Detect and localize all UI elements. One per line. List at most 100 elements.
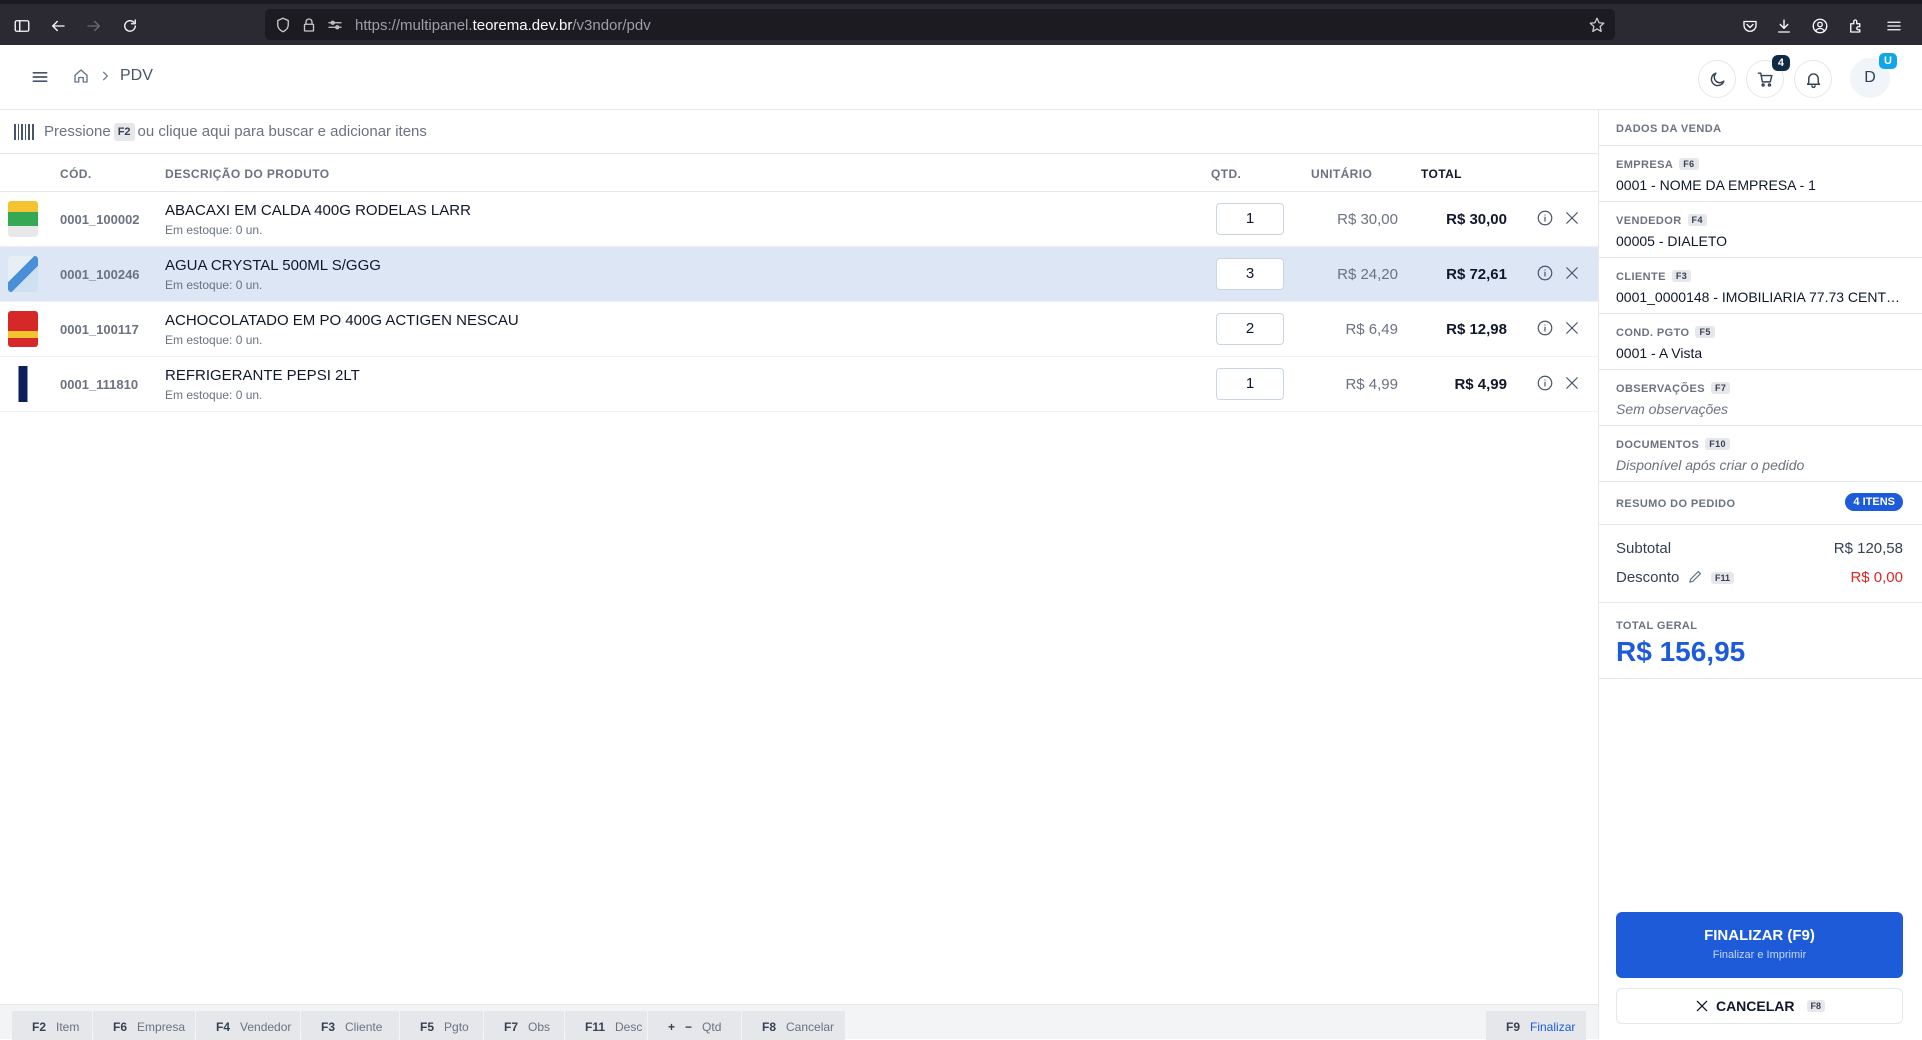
notifications-button[interactable] [1794, 60, 1832, 98]
table-row[interactable]: 0001_100117 ACHOCOLATADO EM PO 400G ACTI… [0, 302, 1598, 357]
shortcut-label: Cancelar [786, 1020, 835, 1034]
user-avatar[interactable]: DU [1850, 53, 1897, 98]
extensions-icon[interactable] [1842, 12, 1870, 40]
shortcut-item[interactable]: F11 Desc [565, 1011, 647, 1040]
table-row[interactable]: 0001_100002 ABACAXI EM CALDA 400G RODELA… [0, 192, 1598, 247]
finalize-button[interactable]: FINALIZAR (F9) Finalizar e Imprimir [1616, 912, 1903, 978]
field-value: 0001 - NOME DA EMPRESA - 1 [1616, 177, 1816, 193]
line-total: R$ 12,98 [1446, 321, 1507, 338]
shortcut-key: + − [668, 1020, 693, 1034]
shortcut-item[interactable]: F7 Obs [484, 1011, 564, 1040]
address-bar[interactable]: https://multipanel.teorema.dev.br/v3ndor… [265, 9, 1615, 40]
table-row[interactable]: 0001_100246 AGUA CRYSTAL 500ML S/GGG Em … [0, 247, 1598, 302]
quantity-input[interactable]: 1 [1216, 203, 1284, 235]
cancel-label: CANCELAR [1715, 998, 1795, 1014]
permissions-icon[interactable] [321, 11, 349, 39]
remove-item-icon[interactable] [1563, 209, 1581, 227]
field-seller[interactable]: VENDEDOR F4 00005 - DIALETO [1599, 202, 1922, 258]
line-total: R$ 4,99 [1454, 376, 1507, 393]
bookmark-star-icon[interactable] [1583, 11, 1611, 39]
shortcut-item[interactable]: F4 Vendedor [196, 1011, 300, 1040]
remove-item-icon[interactable] [1563, 264, 1581, 282]
info-icon[interactable] [1536, 209, 1554, 227]
forward-icon[interactable] [80, 12, 108, 40]
quantity-input[interactable]: 1 [1216, 368, 1284, 400]
shortcut-label: Vendedor [240, 1020, 292, 1034]
field-customer[interactable]: CLIENTE F3 0001_0000148 - IMOBILIARIA 77.… [1599, 258, 1922, 314]
browser-toolbar: https://multipanel.teorema.dev.br/v3ndor… [0, 0, 1922, 45]
url-text: https://multipanel.teorema.dev.br/v3ndor… [355, 17, 651, 34]
sidebar-toggle-icon[interactable] [8, 12, 36, 40]
cart-button[interactable]: 4 [1746, 55, 1790, 98]
field-label-text: EMPRESA [1616, 159, 1674, 171]
cancel-button[interactable]: CANCELAR F8 [1616, 988, 1903, 1024]
info-icon[interactable] [1536, 319, 1554, 337]
search-hint-suffix: ou clique aqui para buscar e adicionar i… [137, 123, 427, 140]
downloads-icon[interactable] [1770, 12, 1798, 40]
field-company[interactable]: EMPRESA F6 0001 - NOME DA EMPRESA - 1 [1599, 146, 1922, 202]
items-count-badge: 4 ITENS [1845, 493, 1903, 511]
field-documents[interactable]: DOCUMENTOS F10 Disponível após criar o pe… [1599, 426, 1922, 482]
account-icon[interactable] [1806, 12, 1834, 40]
line-total: R$ 72,61 [1446, 266, 1507, 283]
unit-price: R$ 30,00 [1337, 211, 1398, 228]
field-label: VENDEDOR F4 [1616, 214, 1707, 227]
shortcut-key: F9 [1506, 1020, 1521, 1034]
shortcut-item[interactable]: F5 Pgto [400, 1011, 483, 1040]
table-row[interactable]: 0001_111810 REFRIGERANTE PEPSI 2LT Em es… [0, 357, 1598, 412]
avatar-initial: D [1864, 69, 1876, 86]
grand-total-value: R$ 156,95 [1616, 636, 1746, 667]
product-code: 0001_100246 [60, 267, 140, 282]
shield-icon[interactable] [269, 11, 297, 39]
home-icon[interactable] [72, 67, 90, 85]
quantity-input[interactable]: 3 [1216, 258, 1284, 290]
field-value: Disponível após criar o pedido [1616, 457, 1805, 473]
product-description: REFRIGERANTE PEPSI 2LT [165, 367, 360, 384]
breadcrumb: PDV [72, 67, 153, 85]
shortcut-item[interactable]: F8 Cancelar [742, 1011, 845, 1040]
header-total: TOTAL [1421, 167, 1462, 181]
field-payment-terms[interactable]: COND. PGTO F5 0001 - A Vista [1599, 314, 1922, 370]
header-code: CÓD. [60, 167, 92, 181]
field-label-text: OBSERVAÇÕES [1616, 383, 1705, 395]
lock-icon[interactable] [295, 11, 323, 39]
reload-icon[interactable] [116, 12, 144, 40]
avatar-badge: U [1879, 53, 1897, 69]
shortcut-item[interactable]: F2 Item [12, 1011, 92, 1040]
product-description: ABACAXI EM CALDA 400G RODELAS LARR [165, 202, 471, 219]
shortcut-label: Finalizar [1530, 1020, 1576, 1034]
shortcut-item[interactable]: + − Qtd [648, 1011, 741, 1040]
back-icon[interactable] [44, 12, 72, 40]
menu-icon[interactable] [1880, 12, 1908, 40]
edit-discount-icon[interactable] [1687, 568, 1704, 585]
quantity-input[interactable]: 2 [1216, 313, 1284, 345]
product-stock: Em estoque: 0 un. [165, 388, 263, 402]
discount-shortcut-key: F11 [1711, 572, 1735, 584]
shortcut-key: F2 [32, 1020, 47, 1034]
remove-item-icon[interactable] [1563, 319, 1581, 337]
shortcut-item[interactable]: F3 Cliente [301, 1011, 399, 1040]
shortcuts-bar: F2 Item F6 Empresa F4 Vendedor F3 Cliente F5… [0, 1004, 1598, 1040]
pocket-icon[interactable] [1736, 12, 1764, 40]
unit-price: R$ 4,99 [1345, 376, 1398, 393]
table-header: CÓD. DESCRIÇÃO DO PRODUTO QTD. UNITÁRIO … [0, 154, 1598, 192]
product-search-bar[interactable]: Pressione F2 ou clique aqui para buscar … [0, 110, 1598, 154]
product-image [8, 311, 38, 347]
shortcut-label: Item [56, 1020, 80, 1034]
sale-data-header: DADOS DA VENDA [1599, 110, 1922, 146]
hamburger-menu-icon[interactable] [30, 67, 50, 87]
shortcut-item[interactable]: F6 Empresa [93, 1011, 195, 1040]
field-value: 0001 - A Vista [1616, 345, 1703, 361]
remove-item-icon[interactable] [1563, 374, 1581, 392]
product-description: AGUA CRYSTAL 500ML S/GGG [165, 257, 381, 274]
field-observations[interactable]: OBSERVAÇÕES F7 Sem observações [1599, 370, 1922, 426]
shortcut-key: F5 [420, 1020, 435, 1034]
info-icon[interactable] [1536, 264, 1554, 282]
shortcut-key: F11 [585, 1020, 606, 1034]
shortcut-finalize[interactable]: F9 Finalizar [1486, 1011, 1586, 1040]
product-stock: Em estoque: 0 un. [165, 223, 263, 237]
info-icon[interactable] [1536, 374, 1554, 392]
chevron-right-icon [98, 69, 112, 83]
cancel-shortcut-key: F8 [1806, 1000, 1826, 1012]
theme-toggle-button[interactable] [1698, 60, 1736, 98]
